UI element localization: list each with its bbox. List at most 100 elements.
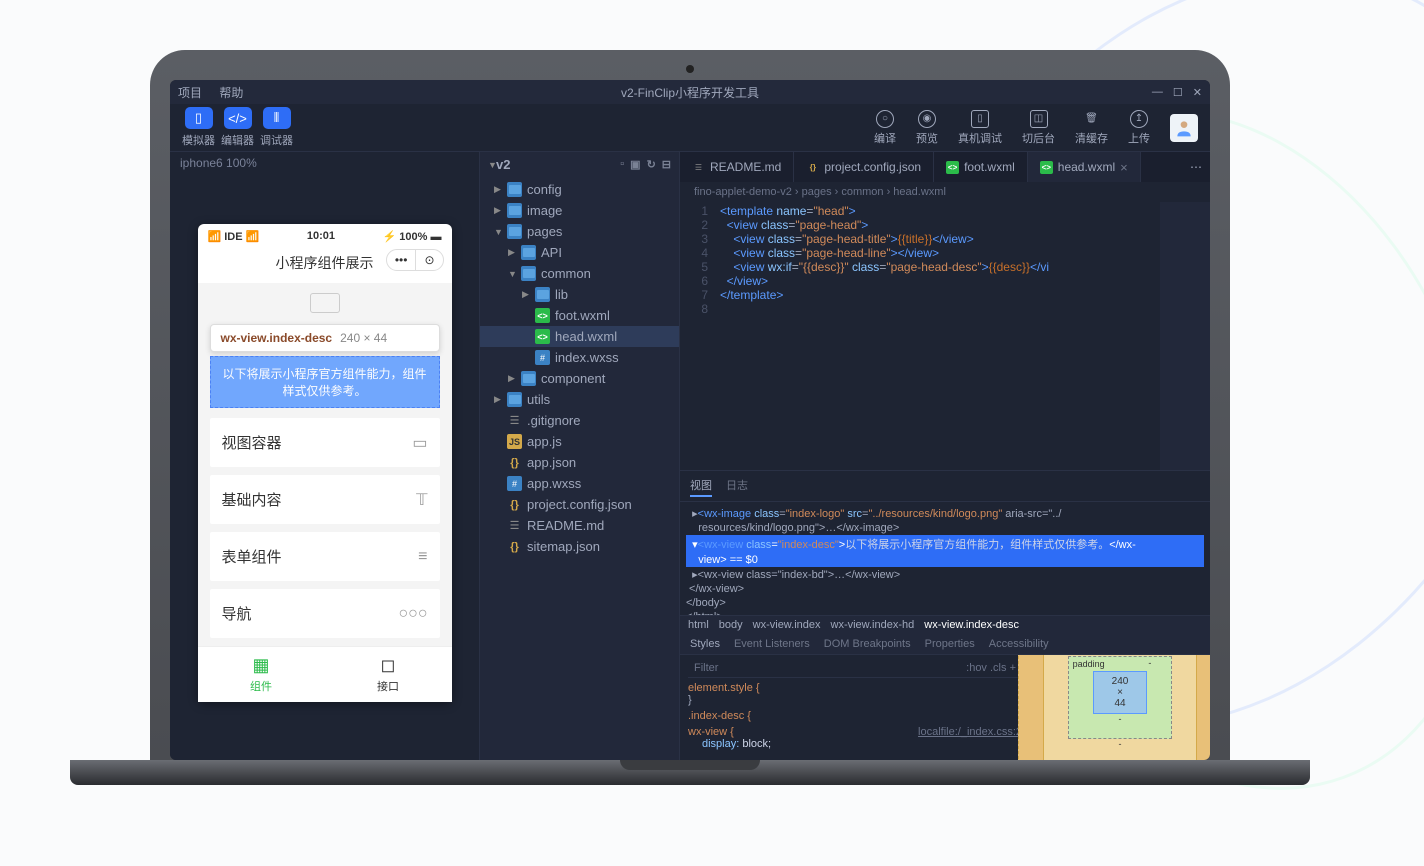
tree-node[interactable]: {}sitemap.json bbox=[480, 536, 679, 557]
tree-node[interactable]: ▶utils bbox=[480, 389, 679, 410]
tree-node[interactable]: ▶component bbox=[480, 368, 679, 389]
item-icon: ▭ bbox=[412, 433, 427, 453]
tab-component[interactable]: ▦组件 bbox=[198, 647, 325, 702]
tree-node[interactable]: ▼common bbox=[480, 263, 679, 284]
crumb[interactable]: wx-view.index-desc bbox=[924, 619, 1019, 631]
json-icon: {} bbox=[507, 539, 522, 554]
chevron-down-icon[interactable]: ▼ bbox=[488, 160, 496, 170]
explorer-root[interactable]: v2 bbox=[496, 157, 510, 172]
styles-tab[interactable]: Accessibility bbox=[989, 638, 1049, 650]
editor-tabs: ☰README.md{}project.config.json<>foot.wx… bbox=[680, 152, 1210, 182]
preview-button[interactable]: ◉预览 bbox=[916, 110, 938, 146]
crumb[interactable]: html bbox=[688, 619, 709, 631]
logo-placeholder bbox=[310, 293, 340, 313]
add-rule-icon[interactable]: + bbox=[1010, 662, 1016, 674]
upload-button[interactable]: ↥上传 bbox=[1128, 110, 1150, 146]
item-icon: ○○○ bbox=[399, 605, 428, 623]
refresh-icon[interactable]: ↻ bbox=[647, 158, 656, 171]
breadcrumb[interactable]: fino-applet-demo-v2 › pages › common › h… bbox=[680, 182, 1210, 202]
wxml-icon: <> bbox=[535, 308, 550, 323]
folder-icon bbox=[521, 245, 536, 260]
collapse-icon[interactable]: ⊟ bbox=[662, 158, 671, 171]
styles-tab[interactable]: DOM Breakpoints bbox=[824, 638, 911, 650]
highlighted-element[interactable]: 以下将展示小程序官方组件能力，组件样式仅供参考。 bbox=[210, 356, 440, 408]
simulator-label: 模拟器 bbox=[182, 132, 215, 148]
crumb[interactable]: wx-view.index-hd bbox=[831, 619, 915, 631]
editor-tab[interactable]: {}project.config.json bbox=[794, 152, 934, 182]
styles-filter-input[interactable]: Filter bbox=[694, 662, 718, 674]
editor-toggle[interactable]: </> bbox=[224, 107, 252, 129]
dt-tab-log[interactable]: 日志 bbox=[726, 475, 748, 497]
dt-tab-view[interactable]: 视图 bbox=[690, 475, 712, 497]
compile-button[interactable]: ○编译 bbox=[874, 110, 896, 146]
tree-node[interactable]: ▶config bbox=[480, 179, 679, 200]
tree-node[interactable]: {}app.json bbox=[480, 452, 679, 473]
editor-tab[interactable]: <>foot.wxml bbox=[934, 152, 1028, 182]
folder-icon bbox=[535, 287, 550, 302]
list-item[interactable]: 表单组件≡ bbox=[210, 532, 440, 581]
trash-icon: 🗑 bbox=[1083, 110, 1101, 128]
tree-node[interactable]: ▶image bbox=[480, 200, 679, 221]
crumb[interactable]: body bbox=[719, 619, 743, 631]
simulator-toggle[interactable]: ▯ bbox=[185, 107, 213, 129]
background-button[interactable]: ◫切后台 bbox=[1022, 110, 1055, 146]
tabs-overflow-icon[interactable]: ⋯ bbox=[1182, 160, 1210, 174]
tree-node[interactable]: ▶lib bbox=[480, 284, 679, 305]
cls-toggle[interactable]: .cls bbox=[990, 662, 1007, 674]
close-icon[interactable]: ✕ bbox=[1193, 86, 1202, 99]
simulator-pane: iphone6 100% 📶 IDE 📶 10:01 ⚡ 100% ▬ 小程序组… bbox=[170, 152, 480, 760]
list-item[interactable]: 视图容器▭ bbox=[210, 418, 440, 467]
tree-node[interactable]: JSapp.js bbox=[480, 431, 679, 452]
eye-icon: ◉ bbox=[918, 110, 936, 128]
debugger-toggle[interactable]: ⫴ bbox=[263, 107, 291, 129]
hov-toggle[interactable]: :hov bbox=[966, 662, 987, 674]
debugger-label: 调试器 bbox=[260, 132, 293, 148]
styles-tab[interactable]: Event Listeners bbox=[734, 638, 810, 650]
tree-node[interactable]: ▶API bbox=[480, 242, 679, 263]
new-file-icon[interactable]: ▫ bbox=[620, 158, 624, 171]
new-folder-icon[interactable]: ▣ bbox=[630, 158, 640, 171]
wxml-icon: <> bbox=[535, 329, 550, 344]
remote-debug-button[interactable]: ▯真机调试 bbox=[958, 110, 1002, 146]
minimap[interactable] bbox=[1160, 202, 1210, 470]
editor-tab[interactable]: <>head.wxml× bbox=[1028, 152, 1141, 182]
close-tab-icon[interactable]: × bbox=[1120, 160, 1128, 175]
phone-icon: ▯ bbox=[971, 110, 989, 128]
styles-tab[interactable]: Styles bbox=[690, 638, 720, 650]
capsule-menu-icon[interactable]: ••• bbox=[387, 250, 416, 270]
tree-node[interactable]: ▼pages bbox=[480, 221, 679, 242]
menu-project[interactable]: 项目 bbox=[178, 86, 202, 100]
file-explorer: ▼ v2 ▫ ▣ ↻ ⊟ ▶config▶image▼pages▶API▼com… bbox=[480, 152, 680, 760]
tab-api[interactable]: ◻接口 bbox=[325, 647, 452, 702]
box-model[interactable]: margin10 border- padding- 240 × 44 - - - bbox=[1030, 655, 1210, 760]
editor-tab[interactable]: ☰README.md bbox=[680, 152, 794, 182]
avatar[interactable] bbox=[1170, 114, 1198, 142]
maximize-icon[interactable]: ☐ bbox=[1173, 86, 1183, 99]
tree-node[interactable]: #app.wxss bbox=[480, 473, 679, 494]
list-item[interactable]: 基础内容𝕋 bbox=[210, 475, 440, 524]
action-bar: ▯模拟器 </>编辑器 ⫴调试器 ○编译 ◉预览 ▯真机调试 ◫切后台 🗑清缓存… bbox=[170, 104, 1210, 152]
cache-button[interactable]: 🗑清缓存 bbox=[1075, 110, 1108, 146]
tree-node[interactable]: ☰.gitignore bbox=[480, 410, 679, 431]
tree-node[interactable]: {}project.config.json bbox=[480, 494, 679, 515]
crumb[interactable]: wx-view.index bbox=[753, 619, 821, 631]
styles-tab[interactable]: Properties bbox=[925, 638, 975, 650]
tree-node[interactable]: #index.wxss bbox=[480, 347, 679, 368]
device-info: iphone6 100% bbox=[170, 152, 479, 174]
laptop-frame: 项目 帮助 v2-FinClip小程序开发工具 — ☐ ✕ ▯模拟器 </>编辑… bbox=[150, 50, 1230, 785]
menu-help[interactable]: 帮助 bbox=[219, 86, 243, 100]
phone-preview[interactable]: 📶 IDE 📶 10:01 ⚡ 100% ▬ 小程序组件展示 •••⊙ wx-v… bbox=[198, 224, 452, 702]
md-icon: ☰ bbox=[692, 161, 705, 174]
editor-pane: ☰README.md{}project.config.json<>foot.wx… bbox=[680, 152, 1210, 760]
tree-node[interactable]: <>foot.wxml bbox=[480, 305, 679, 326]
folder-icon bbox=[507, 392, 522, 407]
elements-panel[interactable]: ▸<wx-image class="index-logo" src="../re… bbox=[680, 502, 1210, 615]
tree-node[interactable]: ☰README.md bbox=[480, 515, 679, 536]
tree-node[interactable]: <>head.wxml bbox=[480, 326, 679, 347]
styles-panel[interactable]: Filter :hov .cls + element.style {}.inde… bbox=[680, 655, 1030, 760]
title-bar: 项目 帮助 v2-FinClip小程序开发工具 — ☐ ✕ bbox=[170, 80, 1210, 104]
code-editor[interactable]: 1<template name="head">2 <view class="pa… bbox=[680, 202, 1210, 470]
minimize-icon[interactable]: — bbox=[1152, 86, 1163, 99]
capsule-close-icon[interactable]: ⊙ bbox=[415, 250, 442, 270]
list-item[interactable]: 导航○○○ bbox=[210, 589, 440, 638]
